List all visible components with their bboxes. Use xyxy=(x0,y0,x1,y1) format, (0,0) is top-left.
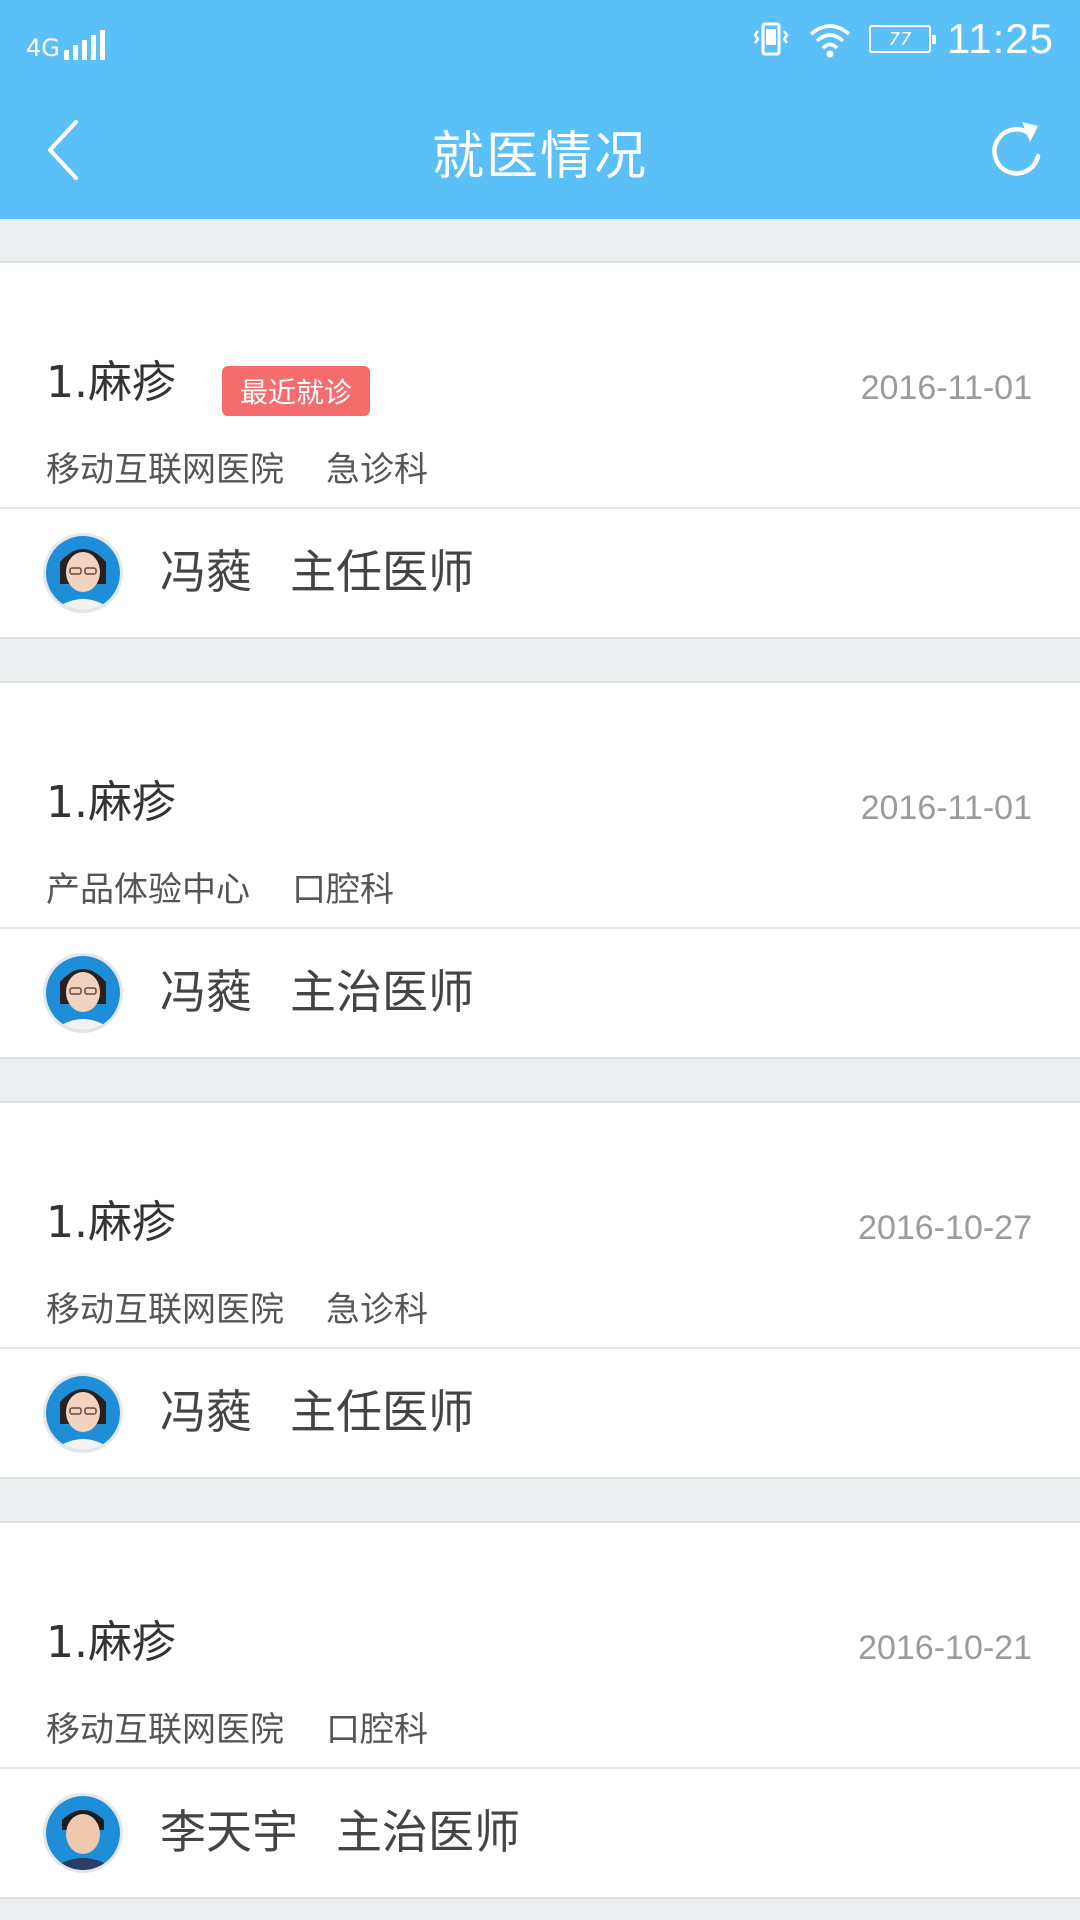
visit-date: 2016-10-27 xyxy=(858,1209,1032,1247)
hospital-name: 产品体验中心 xyxy=(46,870,250,910)
wifi-icon xyxy=(809,24,851,58)
visit-record-list: 1.麻疹 最近就诊 2016-11-01 移动互联网医院 急诊科 冯蕤 主任医师… xyxy=(0,219,1080,1899)
battery-icon: 77 xyxy=(869,25,936,53)
visit-summary: 1.麻疹 最近就诊 2016-11-01 移动互联网医院 急诊科 xyxy=(0,263,1080,509)
doctor-title: 主治医师 xyxy=(336,1805,520,1859)
doctor-avatar xyxy=(46,956,120,1030)
visit-date: 2016-11-01 xyxy=(860,789,1032,827)
separator xyxy=(0,639,1080,683)
doctor-row[interactable]: 冯蕤 主任医师 xyxy=(0,1349,1080,1477)
signal-icon xyxy=(63,30,105,60)
diagnosis: 1.麻疹 xyxy=(46,357,176,408)
battery-level: 77 xyxy=(888,28,912,50)
doctor-row[interactable]: 李天宇 主治医师 xyxy=(0,1769,1080,1897)
doctor-avatar xyxy=(46,536,120,610)
hospital-info: 产品体验中心 口腔科 xyxy=(46,873,394,907)
separator xyxy=(0,1479,1080,1523)
hospital-info: 移动互联网医院 口腔科 xyxy=(46,1713,428,1747)
visit-record-card[interactable]: 1.麻疹 最近就诊 2016-11-01 移动互联网医院 急诊科 冯蕤 主任医师 xyxy=(0,263,1080,639)
hospital-name: 移动互联网医院 xyxy=(46,1710,284,1750)
separator xyxy=(0,1059,1080,1103)
doctor-row[interactable]: 冯蕤 主任医师 xyxy=(0,509,1080,637)
visit-summary: 1.麻疹 2016-10-27 移动互联网医院 急诊科 xyxy=(0,1103,1080,1349)
status-icons: 77 11:25 xyxy=(751,14,1054,64)
doctor-avatar xyxy=(46,1796,120,1870)
department-name: 口腔科 xyxy=(292,870,394,910)
department-name: 急诊科 xyxy=(326,450,428,490)
doctor-row[interactable]: 冯蕤 主治医师 xyxy=(0,929,1080,1057)
nav-bar: 就医情况 xyxy=(0,80,1080,219)
hospital-name: 移动互联网医院 xyxy=(46,450,284,490)
separator xyxy=(0,219,1080,263)
vibrate-icon xyxy=(753,22,789,56)
doctor-name: 冯蕤 xyxy=(160,965,252,1019)
page-title: 就医情况 xyxy=(431,127,648,187)
doctor-avatar xyxy=(46,1376,120,1450)
hospital-name: 移动互联网医院 xyxy=(46,1290,284,1330)
visit-record-card[interactable]: 1.麻疹 2016-10-27 移动互联网医院 急诊科 冯蕤 主任医师 xyxy=(0,1103,1080,1479)
status-time: 11:25 xyxy=(947,15,1054,62)
network-type: 4G xyxy=(26,34,60,62)
recent-visit-badge: 最近就诊 xyxy=(222,366,371,416)
doctor-name: 冯蕤 xyxy=(160,1385,252,1439)
doctor-title: 主任医师 xyxy=(290,545,474,599)
visit-summary: 1.麻疹 2016-11-01 产品体验中心 口腔科 xyxy=(0,683,1080,929)
doctor-info: 冯蕤 主任医师 xyxy=(160,1389,474,1435)
doctor-title: 主任医师 xyxy=(290,1385,474,1439)
status-bar: 4G 77 11:25 xyxy=(0,0,1080,80)
hospital-info: 移动互联网医院 急诊科 xyxy=(46,1293,428,1327)
doctor-info: 冯蕤 主治医师 xyxy=(160,969,474,1015)
hospital-info: 移动互联网医院 急诊科 xyxy=(46,453,428,487)
diagnosis: 1.麻疹 xyxy=(46,1617,176,1668)
visit-summary: 1.麻疹 2016-10-21 移动互联网医院 口腔科 xyxy=(0,1523,1080,1769)
doctor-info: 冯蕤 主任医师 xyxy=(160,549,474,595)
department-name: 口腔科 xyxy=(326,1710,428,1750)
diagnosis: 1.麻疹 xyxy=(46,777,176,828)
doctor-name: 李天宇 xyxy=(160,1805,298,1859)
signal-indicator: 4G xyxy=(26,20,105,60)
doctor-title: 主治医师 xyxy=(290,965,474,1019)
doctor-info: 李天宇 主治医师 xyxy=(160,1809,520,1855)
visit-date: 2016-11-01 xyxy=(860,369,1032,407)
refresh-icon xyxy=(992,122,1041,176)
visit-record-card[interactable]: 1.麻疹 2016-10-21 移动互联网医院 口腔科 李天宇 主治医师 xyxy=(0,1523,1080,1899)
app-header: 4G 77 11:25 就医情况 xyxy=(0,0,1080,219)
doctor-name: 冯蕤 xyxy=(160,545,252,599)
visit-date: 2016-10-21 xyxy=(858,1629,1032,1667)
diagnosis: 1.麻疹 xyxy=(46,1197,176,1248)
department-name: 急诊科 xyxy=(326,1290,428,1330)
visit-record-card[interactable]: 1.麻疹 2016-11-01 产品体验中心 口腔科 冯蕤 主治医师 xyxy=(0,683,1080,1059)
refresh-button[interactable] xyxy=(978,114,1052,188)
